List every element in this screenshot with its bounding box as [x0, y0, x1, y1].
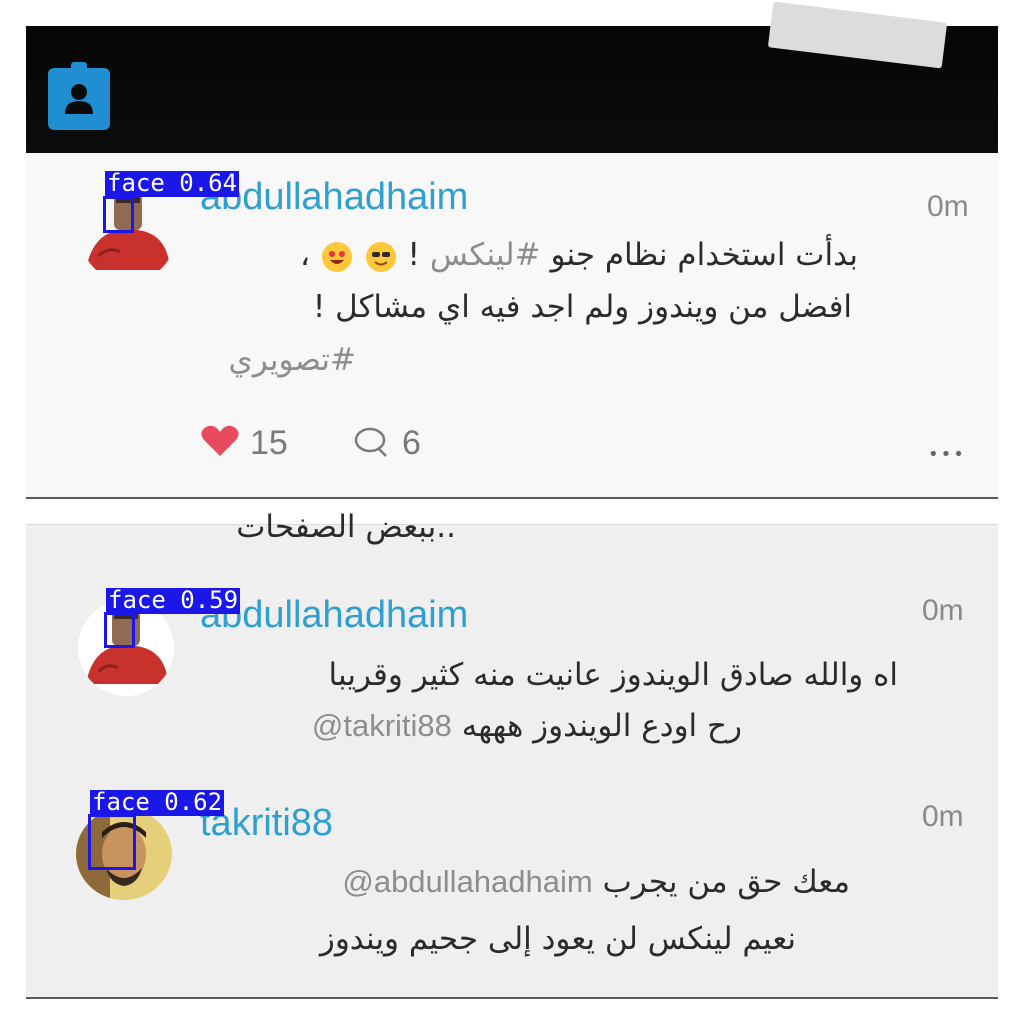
sunglasses-emoji-icon — [365, 241, 396, 272]
comment-button[interactable] — [352, 426, 392, 460]
face-detection-box — [104, 612, 135, 648]
hashtag-photo[interactable]: #تصويري — [229, 345, 357, 376]
like-count: 15 — [250, 424, 288, 462]
like-button[interactable] — [200, 424, 240, 458]
comment-count: 6 — [402, 424, 421, 462]
reply1-username[interactable]: abdullahadhaim — [200, 596, 468, 634]
mention-abdullahadhaim[interactable]: @abdullahadhaim — [342, 864, 592, 899]
face-detection-box — [103, 196, 134, 233]
more-options-icon[interactable]: ••• — [928, 444, 966, 465]
post-text-line2: افضل من ويندوز ولم اجد فيه اي مشاكل ! — [312, 289, 852, 325]
heart-icon — [201, 425, 239, 456]
reply2-time: 0m — [922, 800, 964, 833]
face-detection-box — [88, 814, 136, 870]
post-username[interactable]: abdullahadhaim — [200, 178, 468, 216]
mention-takriti88[interactable]: @takriti88 — [312, 708, 452, 743]
post-card[interactable] — [26, 153, 998, 499]
face-detection-label: face 0.64 — [105, 169, 240, 197]
face-detection-label: face 0.59 — [106, 586, 241, 614]
reply1-time: 0m — [922, 594, 964, 627]
post-text-line1: بدأت استخدام نظام جنو #لينكس ! ، — [299, 237, 858, 273]
profile-badge[interactable] — [48, 62, 110, 130]
heart-eyes-emoji-icon — [321, 241, 352, 272]
face-detection-label: face 0.62 — [90, 788, 225, 816]
reply2-text-line1: معك حق من يجرب @abdullahadhaim — [342, 864, 850, 900]
reply1-text-line1: اه والله صادق الويندوز عانيت منه كثير وق… — [328, 657, 898, 693]
cut-off-text: ..ببعض الصفحات — [236, 509, 456, 545]
post-time: 0m — [927, 190, 969, 223]
reply2-text-line2: نعيم لينكس لن يعود إلى جحيم ويندوز — [319, 921, 796, 957]
person-icon — [65, 84, 93, 114]
reply1-text-line2: رح اودع الويندوز هههه @takriti88 — [311, 708, 742, 744]
hashtag-linux[interactable]: #لينكس — [430, 237, 541, 273]
comment-bubble-icon — [354, 427, 387, 457]
